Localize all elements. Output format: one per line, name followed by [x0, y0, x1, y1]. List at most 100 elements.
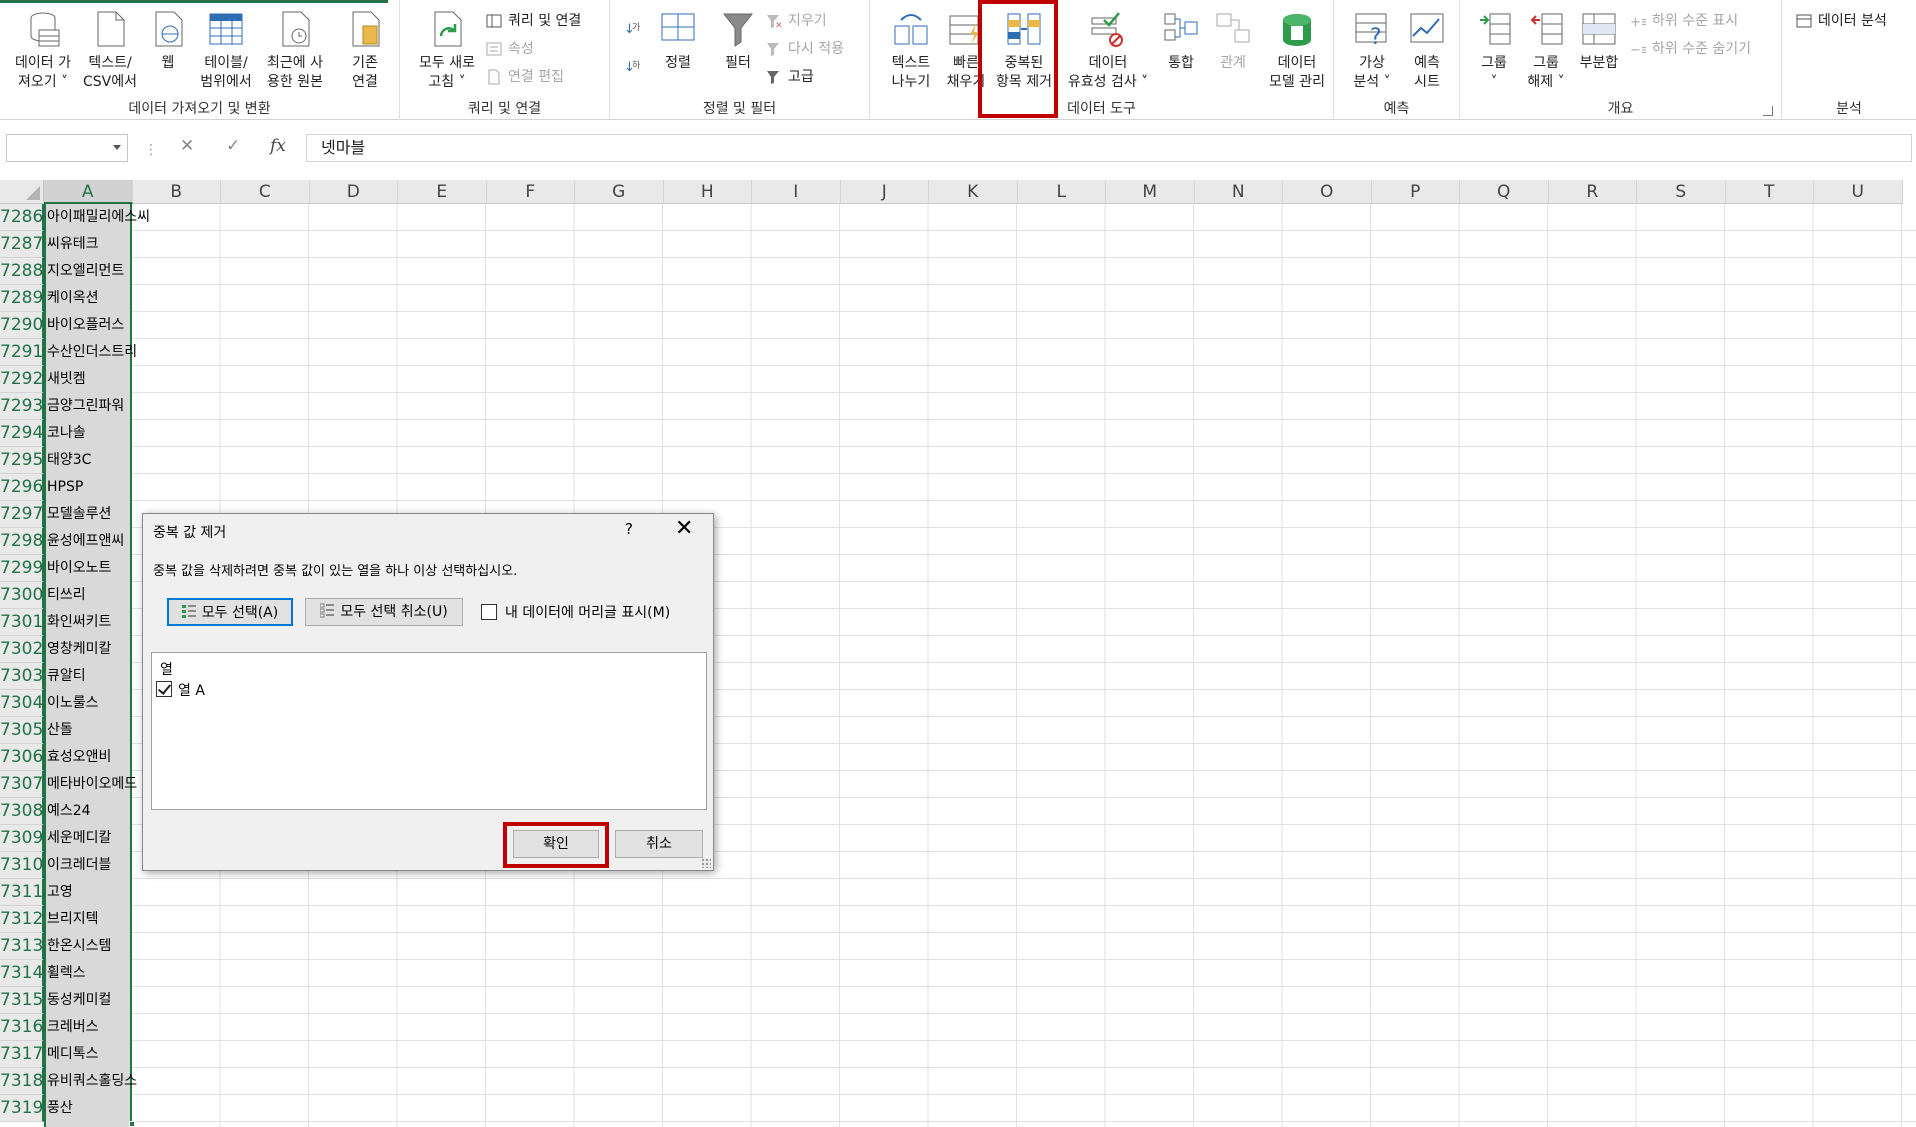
subtotal-button[interactable]: 부분합 — [1572, 10, 1626, 73]
column-header-s[interactable]: S — [1637, 180, 1726, 204]
filter-button[interactable]: 필터 — [714, 10, 762, 73]
row-header[interactable]: 7301 — [0, 609, 44, 636]
cell-a[interactable]: 풍산 — [47, 1095, 73, 1122]
confirm-entry-icon[interactable]: ✓ — [226, 136, 240, 156]
cell-a[interactable]: 바이오플러스 — [47, 312, 124, 339]
from-text-csv-button[interactable]: 텍스트/ CSV에서 — [80, 10, 140, 92]
column-header-q[interactable]: Q — [1460, 180, 1549, 204]
cell-a[interactable]: 산돌 — [47, 717, 73, 744]
row-header[interactable]: 7287 — [0, 231, 44, 258]
row-header[interactable]: 7300 — [0, 582, 44, 609]
data-model-button[interactable]: 데이터 모델 관리 — [1260, 10, 1334, 92]
chevron-down-icon[interactable] — [113, 145, 121, 150]
cell-a[interactable]: 아이패밀리에스씨 — [47, 204, 150, 231]
relationships-button[interactable]: 관계 — [1210, 10, 1256, 73]
row-header[interactable]: 7299 — [0, 555, 44, 582]
select-all-corner[interactable] — [0, 180, 44, 204]
cell-a[interactable]: 화인써키트 — [47, 609, 111, 636]
queries-connections-button[interactable]: 쿼리 및 연결 — [486, 10, 581, 32]
cell-a[interactable]: 바이오노트 — [47, 555, 111, 582]
cell-a[interactable]: 이크레더블 — [47, 852, 111, 879]
existing-connections-button[interactable]: 기존 연결 — [340, 10, 390, 92]
cell-a[interactable]: 씨유테크 — [47, 231, 99, 258]
formula-input[interactable]: 넷마블 — [306, 134, 1912, 162]
cell-a[interactable]: 휠렉스 — [47, 960, 86, 987]
column-checkbox[interactable] — [156, 681, 172, 697]
column-header-l[interactable]: L — [1017, 180, 1106, 204]
cell-a[interactable]: 동성케미컬 — [47, 987, 111, 1014]
cell-a[interactable]: 큐알티 — [47, 663, 86, 690]
reapply-button[interactable]: 다시 적용 — [766, 38, 844, 60]
select-all-button[interactable]: 모두 선택(A) — [167, 598, 293, 626]
row-header[interactable]: 7291 — [0, 339, 44, 366]
show-detail-button[interactable]: +≡ 하위 수준 표시 — [1630, 10, 1738, 32]
cell-a[interactable]: 코나솔 — [47, 420, 86, 447]
row-header[interactable]: 7314 — [0, 960, 44, 987]
resize-grip-icon[interactable] — [701, 858, 711, 868]
cell-a[interactable]: 크레버스 — [47, 1014, 99, 1041]
column-header-g[interactable]: G — [575, 180, 664, 204]
column-header-n[interactable]: N — [1194, 180, 1283, 204]
column-header-f[interactable]: F — [486, 180, 575, 204]
column-header-r[interactable]: R — [1548, 180, 1637, 204]
row-header[interactable]: 7294 — [0, 420, 44, 447]
insert-function-icon[interactable]: fx — [270, 136, 286, 156]
row-header[interactable]: 7298 — [0, 528, 44, 555]
row-header[interactable]: 7295 — [0, 447, 44, 474]
column-header-a[interactable]: A — [44, 180, 133, 204]
row-header[interactable]: 7304 — [0, 690, 44, 717]
cell-a[interactable]: 고영 — [47, 879, 73, 906]
ungroup-button[interactable]: 그룹 해제 ˅ — [1522, 10, 1570, 92]
properties-button[interactable]: 속성 — [486, 38, 534, 60]
cell-a[interactable]: 태양3C — [47, 447, 91, 474]
cancel-entry-icon[interactable]: ✕ — [180, 136, 194, 156]
column-header-k[interactable]: K — [929, 180, 1018, 204]
row-header[interactable]: 7303 — [0, 663, 44, 690]
cell-a[interactable]: 수산인더스트리 — [47, 339, 137, 366]
sort-button[interactable]: 정렬 — [654, 10, 702, 73]
row-header[interactable]: 7308 — [0, 798, 44, 825]
cell-a[interactable]: 케이옥션 — [47, 285, 99, 312]
headers-checkbox[interactable] — [481, 604, 497, 620]
edit-links-button[interactable]: 연결 편집 — [486, 66, 564, 88]
column-header-m[interactable]: M — [1106, 180, 1195, 204]
cell-a[interactable]: 윤성에프앤씨 — [47, 528, 124, 555]
row-header[interactable]: 7309 — [0, 825, 44, 852]
cell-a[interactable]: 새빗켐 — [47, 366, 86, 393]
column-header-b[interactable]: B — [132, 180, 221, 204]
cell-a[interactable]: 효성오앤비 — [47, 744, 111, 771]
row-header[interactable]: 7288 — [0, 258, 44, 285]
from-table-button[interactable]: 테이블/ 범위에서 — [196, 10, 256, 92]
row-header[interactable]: 7317 — [0, 1041, 44, 1068]
cell-a[interactable]: 유비쿼스홀딩스 — [47, 1068, 137, 1095]
row-header[interactable]: 7310 — [0, 852, 44, 879]
column-header-h[interactable]: H — [663, 180, 752, 204]
row-header[interactable]: 7318 — [0, 1068, 44, 1095]
cell-a[interactable]: 세운메디칼 — [47, 825, 111, 852]
row-header[interactable]: 7312 — [0, 906, 44, 933]
data-validation-button[interactable]: 데이터 유효성 검사 ˅ — [1060, 10, 1156, 92]
consolidate-button[interactable]: 통합 — [1158, 10, 1204, 73]
column-header-t[interactable]: T — [1725, 180, 1814, 204]
column-header-u[interactable]: U — [1814, 180, 1903, 204]
name-box[interactable] — [6, 134, 128, 162]
clear-filter-button[interactable]: ✕ 지우기 — [766, 10, 827, 32]
column-header-j[interactable]: J — [840, 180, 929, 204]
row-header[interactable]: 7316 — [0, 1014, 44, 1041]
cell-a[interactable]: HPSP — [47, 474, 83, 501]
from-web-button[interactable]: 웹 — [146, 10, 190, 73]
row-header[interactable]: 7313 — [0, 933, 44, 960]
row-header[interactable]: 7292 — [0, 366, 44, 393]
what-if-button[interactable]: ? 가상 분석 ˅ — [1348, 10, 1396, 92]
cell-a[interactable]: 메타바이오메드 — [47, 771, 137, 798]
get-data-button[interactable]: 데이터 가 져오기 ˅ — [8, 10, 78, 92]
column-header-i[interactable]: I — [752, 180, 841, 204]
row-header[interactable]: 7302 — [0, 636, 44, 663]
column-header-c[interactable]: C — [221, 180, 310, 204]
text-to-columns-button[interactable]: 텍스트 나누기 — [884, 10, 938, 92]
advanced-filter-button[interactable]: 고급 — [766, 66, 814, 88]
row-header[interactable]: 7305 — [0, 717, 44, 744]
row-header[interactable]: 7297 — [0, 501, 44, 528]
cell-a[interactable]: 영창케미칼 — [47, 636, 111, 663]
group-button[interactable]: 그룹 ˅ — [1470, 10, 1518, 92]
